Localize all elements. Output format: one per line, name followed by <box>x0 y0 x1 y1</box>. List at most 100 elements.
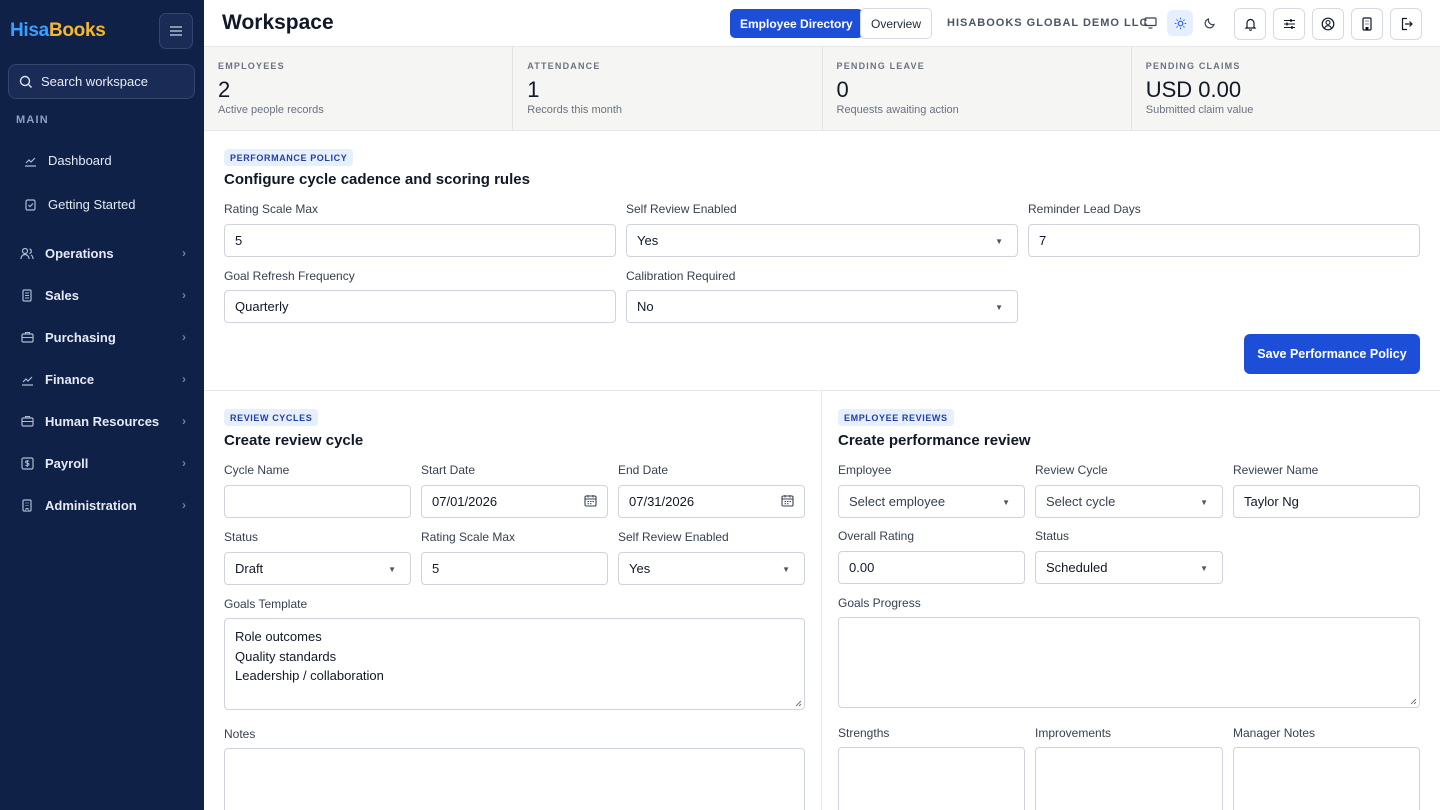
logout-icon <box>1401 17 1413 31</box>
review-cycle-select[interactable]: Select cycle ▼ <box>1035 485 1223 518</box>
company-button[interactable] <box>1351 8 1383 40</box>
employee-select[interactable]: Select employee ▼ <box>838 485 1025 518</box>
end-date-label: End Date <box>618 463 669 477</box>
sidebar-item-finance[interactable]: Finance › <box>0 361 204 397</box>
receipt-icon <box>19 287 35 303</box>
cycle-name-input[interactable] <box>224 485 411 518</box>
stat-description: Requests awaiting action <box>836 104 959 116</box>
rating-scale-max-label: Rating Scale Max <box>224 202 319 216</box>
performance-policy-tag: PERFORMANCE POLICY <box>224 149 354 166</box>
overall-rating-input[interactable]: 0.00 <box>838 551 1025 584</box>
notifications-button[interactable] <box>1234 8 1266 40</box>
chevron-right-icon: › <box>182 372 186 386</box>
stat-label: ATTENDANCE <box>527 61 601 71</box>
start-date-input[interactable]: 07/01/2026 <box>421 485 608 518</box>
calibration-required-select[interactable]: No ▼ <box>626 290 1018 323</box>
self-review-enabled-select[interactable]: Yes ▼ <box>626 224 1018 257</box>
sidebar-item-human-resources[interactable]: Human Resources › <box>0 403 204 439</box>
cycle-rating-scale-label: Rating Scale Max <box>421 530 516 544</box>
chevron-down-icon: ▼ <box>995 237 1003 246</box>
manager-notes-label: Manager Notes <box>1233 726 1316 740</box>
chart-line-icon <box>19 371 35 387</box>
stat-description: Records this month <box>527 104 623 116</box>
brand-logo[interactable]: HisaBooks <box>10 20 106 42</box>
goals-progress-textarea[interactable] <box>838 617 1420 708</box>
stat-description: Active people records <box>218 104 324 116</box>
chevron-down-icon: ▼ <box>1200 498 1208 507</box>
review-status-label: Status <box>1035 529 1070 543</box>
sidebar-item-sales[interactable]: Sales › <box>0 277 204 313</box>
cycle-status-label: Status <box>224 530 259 544</box>
sidebar-item-dashboard[interactable]: Dashboard <box>0 142 204 178</box>
stat-value: 2 <box>218 77 231 102</box>
logout-button[interactable] <box>1390 8 1422 40</box>
policy-title: Configure cycle cadence and scoring rule… <box>224 171 530 188</box>
building-icon <box>19 497 35 513</box>
sliders-icon <box>1283 19 1295 29</box>
self-review-enabled-label: Self Review Enabled <box>626 202 737 216</box>
column-divider <box>821 391 822 810</box>
stat-label: EMPLOYEES <box>218 61 285 71</box>
goal-refresh-frequency-input[interactable]: Quarterly <box>224 290 616 323</box>
strengths-label: Strengths <box>838 726 890 740</box>
strengths-textarea[interactable] <box>838 747 1025 810</box>
notes-textarea[interactable] <box>224 748 805 810</box>
sidebar-item-payroll[interactable]: Payroll › <box>0 445 204 481</box>
overview-button[interactable]: Overview <box>860 8 933 39</box>
stat-pending-claims: PENDING CLAIMS USD 0.00 Submitted claim … <box>1132 47 1440 130</box>
settings-sliders-button[interactable] <box>1273 8 1305 40</box>
cycle-rating-scale-input[interactable]: 5 <box>421 552 608 585</box>
sidebar-item-administration[interactable]: Administration › <box>0 487 204 523</box>
reminder-lead-days-label: Reminder Lead Days <box>1028 202 1141 216</box>
employee-label: Employee <box>838 463 892 477</box>
top-header: Workspace Employee Directory Overview HI… <box>204 0 1440 47</box>
resize-handle-icon[interactable] <box>794 699 802 707</box>
sidebar: HisaBooks Search workspace MAIN Dashboar… <box>0 0 204 810</box>
reviewer-name-label: Reviewer Name <box>1233 463 1319 477</box>
manager-notes-textarea[interactable] <box>1233 747 1420 810</box>
calendar-icon[interactable] <box>781 494 794 510</box>
chevron-down-icon: ▼ <box>388 565 396 574</box>
sidebar-item-getting-started[interactable]: Getting Started <box>0 186 204 222</box>
stat-attendance: ATTENDANCE 1 Records this month <box>513 47 823 130</box>
stat-value: 1 <box>527 77 540 102</box>
cycle-self-review-select[interactable]: Yes ▼ <box>618 552 805 585</box>
company-name: HISABOOKS GLOBAL DEMO LLC <box>947 17 1149 29</box>
chevron-down-icon: ▼ <box>995 303 1003 312</box>
review-status-select[interactable]: Scheduled ▼ <box>1035 551 1223 584</box>
stat-value: USD 0.00 <box>1145 77 1242 102</box>
reviewer-name-input[interactable]: Taylor Ng <box>1233 485 1420 518</box>
monitor-icon[interactable] <box>1137 10 1163 36</box>
menu-toggle-button[interactable] <box>159 13 193 49</box>
end-date-input[interactable]: 07/31/2026 <box>618 485 805 518</box>
hamburger-icon <box>170 26 182 36</box>
rating-scale-max-input[interactable]: 5 <box>224 224 616 257</box>
sidebar-item-purchasing[interactable]: Purchasing › <box>0 319 204 355</box>
goals-template-label: Goals Template <box>224 597 308 611</box>
resize-handle-icon[interactable] <box>1409 697 1417 705</box>
sidebar-item-operations[interactable]: Operations › <box>0 235 204 271</box>
calibration-required-label: Calibration Required <box>626 269 736 283</box>
goals-progress-label: Goals Progress <box>838 596 921 610</box>
cycle-status-select[interactable]: Draft ▼ <box>224 552 411 585</box>
dollar-icon <box>19 455 35 471</box>
search-workspace[interactable]: Search workspace <box>8 64 195 99</box>
profile-button[interactable] <box>1312 8 1344 40</box>
moon-icon[interactable] <box>1197 10 1223 36</box>
goals-template-textarea[interactable]: Role outcomes Quality standards Leadersh… <box>224 618 805 710</box>
overall-rating-label: Overall Rating <box>838 529 915 543</box>
calendar-icon[interactable] <box>584 494 597 510</box>
review-cycle-title: Create review cycle <box>224 432 364 449</box>
stat-label: PENDING CLAIMS <box>1145 61 1241 71</box>
page-title: Workspace <box>222 11 334 34</box>
notes-label: Notes <box>224 727 256 741</box>
chart-line-icon <box>22 152 38 168</box>
reminder-lead-days-input[interactable]: 7 <box>1028 224 1420 257</box>
improvements-textarea[interactable] <box>1035 747 1223 810</box>
chevron-right-icon: › <box>182 498 186 512</box>
sun-icon[interactable] <box>1167 10 1193 36</box>
users-icon <box>19 245 35 261</box>
employee-directory-button[interactable]: Employee Directory <box>730 9 863 38</box>
save-performance-policy-button[interactable]: Save Performance Policy <box>1244 334 1420 374</box>
employee-reviews-tag: EMPLOYEE REVIEWS <box>838 409 954 426</box>
